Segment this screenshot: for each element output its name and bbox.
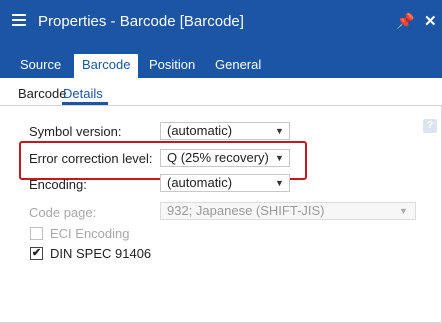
encoding-select[interactable]: (automatic) ▼: [160, 174, 290, 192]
properties-window: Properties - Barcode [Barcode] 📌 ✕ Sourc…: [0, 0, 442, 323]
pin-icon[interactable]: 📌: [396, 12, 415, 30]
sub-tabs: Barcode Details: [0, 78, 442, 106]
subtab-details[interactable]: Details: [63, 86, 103, 101]
close-icon[interactable]: ✕: [424, 12, 437, 30]
din-spec-checkbox[interactable]: ✔: [30, 247, 43, 260]
tab-barcode[interactable]: Barcode: [74, 54, 139, 78]
code-page-value: 932; Japanese (SHIFT-JIS): [167, 203, 325, 218]
code-page-label: Code page:: [29, 205, 97, 220]
symbol-version-label: Symbol version:: [29, 124, 122, 139]
help-icon[interactable]: ?: [423, 119, 437, 133]
chevron-down-icon: ▼: [275, 178, 284, 188]
tab-general[interactable]: General: [207, 54, 269, 78]
symbol-version-select[interactable]: (automatic) ▼: [160, 122, 290, 140]
chevron-down-icon: ▼: [275, 126, 284, 136]
din-spec-label: DIN SPEC 91406: [50, 246, 152, 261]
symbol-version-value: (automatic): [167, 123, 233, 138]
eci-encoding-checkbox[interactable]: [30, 227, 43, 240]
encoding-value: (automatic): [167, 175, 233, 190]
code-page-select[interactable]: 932; Japanese (SHIFT-JIS) ▼: [160, 202, 416, 220]
tab-position[interactable]: Position: [141, 54, 203, 78]
tab-source[interactable]: Source: [12, 54, 69, 78]
window-title: Properties - Barcode [Barcode]: [38, 13, 244, 30]
eci-encoding-label: ECI Encoding: [50, 226, 130, 241]
chevron-down-icon: ▼: [399, 206, 408, 216]
title-bar: Properties - Barcode [Barcode] 📌 ✕: [0, 0, 442, 48]
subtab-barcode[interactable]: Barcode: [18, 86, 66, 101]
encoding-label: Encoding:: [29, 177, 87, 192]
main-tabs: Source Barcode Position General: [0, 48, 442, 78]
menu-icon[interactable]: [12, 14, 26, 28]
active-subtab-indicator: [62, 102, 108, 105]
